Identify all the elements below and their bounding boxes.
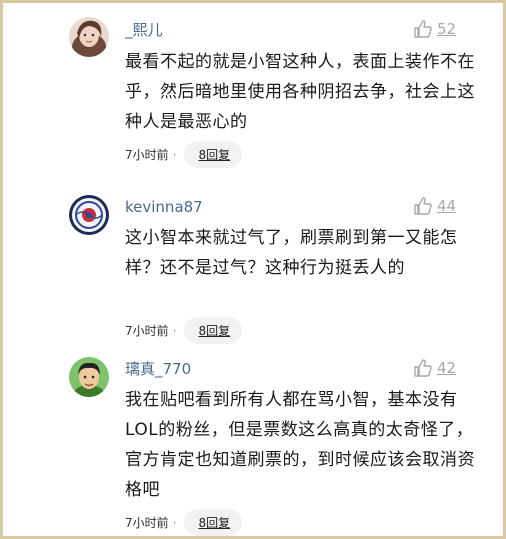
reply-button[interactable]: 8回复 (184, 509, 243, 536)
reply-button[interactable]: 8回复 (184, 141, 243, 168)
reply-button[interactable]: 8回复 (184, 317, 243, 344)
separator-dot: · (172, 515, 177, 530)
like-button[interactable]: 44 (413, 196, 456, 216)
reply-count: 8回复 (198, 148, 231, 162)
comment-text: 最看不起的就是小智这种人，表面上装作不在乎，然后暗地里使用各种阴招去争，社会上这… (125, 52, 475, 132)
user-avatar-porcelain-icon (69, 195, 109, 235)
like-count: 44 (437, 197, 457, 215)
comment-meta: 7小时前 · 8回复 (125, 509, 243, 536)
separator-dot: · (172, 147, 177, 162)
separator-dot: · (172, 323, 177, 338)
comment-meta: 7小时前 · 8回复 (125, 317, 243, 344)
like-button[interactable]: 42 (413, 358, 456, 378)
comment-meta: 7小时前 · 8回复 (125, 141, 243, 168)
timestamp: 7小时前 (125, 516, 169, 530)
username[interactable]: kevinna87 (125, 198, 203, 216)
username[interactable]: _熙儿 (125, 21, 163, 39)
timestamp: 7小时前 (125, 324, 169, 338)
thumbs-up-icon (414, 20, 432, 38)
like-button[interactable]: 52 (413, 19, 456, 39)
timestamp: 7小时前 (125, 148, 169, 162)
comment-list-frame: _熙儿 52 最看不起的就是小智这种人，表面上装作不在乎，然后暗地里使用各种阴招… (0, 0, 506, 539)
like-count: 52 (437, 20, 457, 38)
like-count: 42 (437, 359, 457, 377)
avatar[interactable] (69, 357, 109, 397)
thumbs-up-icon (414, 359, 432, 377)
user-avatar-woman-icon (69, 17, 109, 57)
reply-count: 8回复 (198, 516, 231, 530)
avatar[interactable] (69, 195, 109, 235)
comment-text: 我在贴吧看到所有人都在骂小智，基本没有LOL的粉丝，但是票数这么高真的太奇怪了，… (125, 390, 475, 500)
comment-text: 这小智本来就过气了，刷票刷到第一又能怎样？还不是过气？这种行为挺丢人的 (125, 228, 458, 278)
reply-count: 8回复 (198, 324, 231, 338)
avatar[interactable] (69, 17, 109, 57)
user-avatar-boy-icon (69, 357, 109, 397)
thumbs-up-icon (414, 197, 432, 215)
username[interactable]: 璃真_770 (125, 360, 191, 378)
